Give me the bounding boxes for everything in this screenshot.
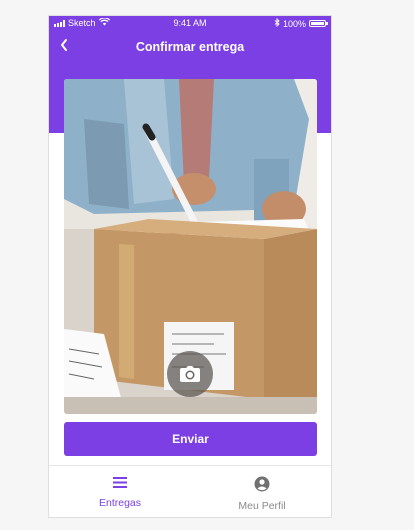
bluetooth-icon (274, 17, 280, 29)
tab-entregas-label: Entregas (98, 497, 142, 509)
tab-meu-perfil[interactable]: Meu Perfil (191, 476, 331, 512)
status-right: 100% (274, 17, 328, 29)
navigation-bar: Confirmar entrega (49, 36, 331, 60)
list-icon (112, 476, 128, 493)
camera-icon (180, 366, 200, 382)
camera-button[interactable] (167, 351, 213, 397)
battery-icon (309, 20, 328, 27)
user-circle-icon (254, 476, 270, 496)
battery-percent: 100% (282, 18, 306, 29)
status-bar: Sketch 9:41 AM 100% (49, 16, 331, 31)
delivery-photo (64, 79, 317, 414)
tab-entregas[interactable]: Entregas (49, 476, 191, 509)
tab-meu-perfil-label: Meu Perfil (238, 500, 286, 512)
tab-bar: Entregas Meu Perfil (49, 465, 331, 517)
send-button[interactable]: Enviar (64, 422, 317, 456)
page-title: Confirmar entrega (135, 40, 245, 54)
phone-screen: Sketch 9:41 AM 100% Confirmar entrega En… (48, 15, 332, 518)
